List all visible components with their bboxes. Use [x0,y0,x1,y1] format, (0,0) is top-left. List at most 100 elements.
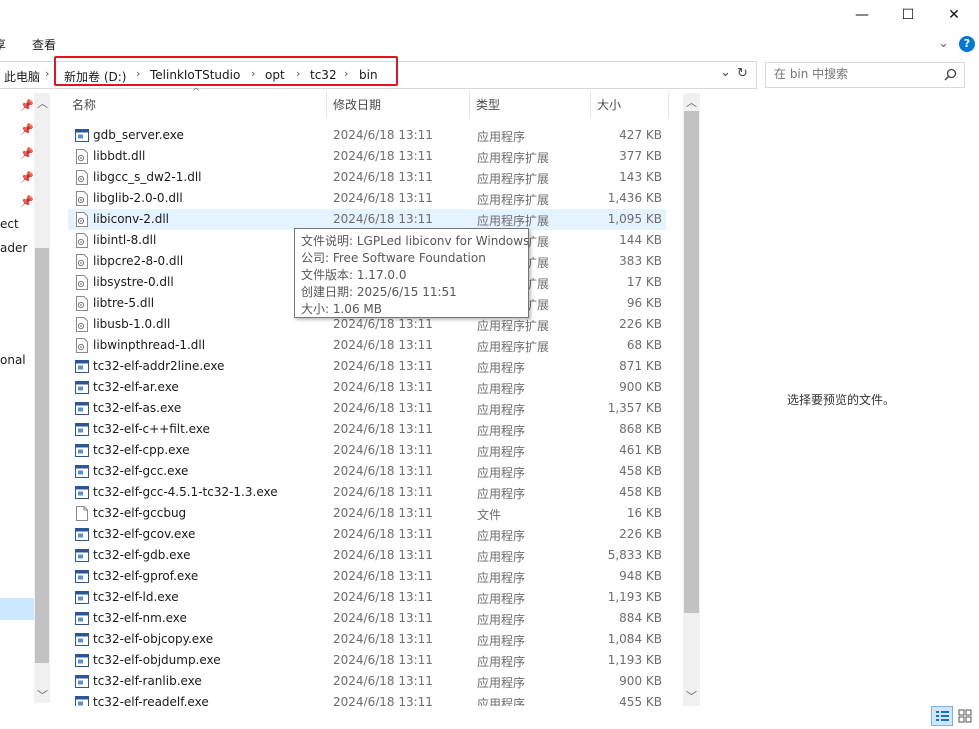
file-name[interactable]: tc32-elf-gcc.exe [93,464,188,478]
column-divider[interactable] [590,92,591,118]
file-row[interactable]: tc32-elf-gcc.exe 2024/6/18 13:11 应用程序 458 K… [68,461,666,482]
column-header-name[interactable]: 名称 [72,96,96,113]
file-row[interactable]: tc32-elf-objdump.exe 2024/6/18 13:11 应用程序 1… [68,650,666,671]
file-size: 68 KB [626,338,662,352]
file-date: 2024/6/18 13:11 [333,485,433,499]
file-type: 应用程序 [477,592,526,606]
file-name[interactable]: libiconv-2.dll [93,212,169,226]
file-date: 2024/6/18 13:11 [333,695,433,706]
file-date: 2024/6/18 13:11 [333,191,433,205]
file-date: 2024/6/18 13:11 [333,212,433,226]
file-name[interactable]: tc32-elf-as.exe [93,401,181,415]
file-name[interactable]: tc32-elf-ld.exe [93,590,179,604]
file-name[interactable]: tc32-elf-gdb.exe [93,548,190,562]
ribbon-tab-view[interactable]: 查看 [32,36,56,53]
file-date: 2024/6/18 13:11 [333,149,433,163]
file-name[interactable]: tc32-elf-ranlib.exe [93,674,202,688]
column-header-type[interactable]: 类型 [476,96,500,113]
file-type: 应用程序 [477,424,526,438]
file-row[interactable]: tc32-elf-gcc-4.5.1-tc32-1.3.exe 2024/6/18… [68,482,666,503]
file-row[interactable]: tc32-elf-gcov.exe 2024/6/18 13:11 应用程序 226 … [68,524,666,545]
file-row[interactable]: libiconv-2.dll 2024/6/18 13:11 应用程序扩展 1,095… [68,209,666,230]
search-input[interactable] [772,66,941,82]
file-name[interactable]: libgcc_s_dw2-1.dll [93,170,201,184]
file-name[interactable]: tc32-elf-ar.exe [93,380,179,394]
file-list-scrollbar-thumb[interactable] [684,111,699,613]
file-row[interactable]: tc32-elf-nm.exe 2024/6/18 13:11 应用程序 884 KB [68,608,666,629]
file-name[interactable]: libsystre-0.dll [93,275,174,289]
close-button[interactable]: ✕ [931,0,977,30]
large-icons-view-button[interactable] [955,707,975,725]
file-name[interactable]: libglib-2.0-0.dll [93,191,183,205]
file-name[interactable]: libwinpthread-1.dll [93,338,205,352]
breadcrumb-separator-icon[interactable]: › [45,67,49,80]
column-divider[interactable] [469,92,470,118]
file-row[interactable]: tc32-elf-as.exe 2024/6/18 13:11 应用程序 1,357 … [68,398,666,419]
file-row[interactable]: libglib-2.0-0.dll 2024/6/18 13:11 应用程序扩展 1,… [68,188,666,209]
search-box[interactable] [765,62,965,88]
file-row[interactable]: tc32-elf-ranlib.exe 2024/6/18 13:11 应用程序 90… [68,671,666,692]
column-divider[interactable] [668,92,669,118]
column-divider[interactable] [326,92,327,118]
file-type: 应用程序扩展 [477,340,550,354]
file-row[interactable]: tc32-elf-cpp.exe 2024/6/18 13:11 应用程序 461 K… [68,440,666,461]
scroll-up-icon[interactable]: ︿ [37,95,48,111]
scroll-up-icon[interactable]: ︿ [686,94,697,110]
file-row[interactable]: tc32-elf-gdb.exe 2024/6/18 13:11 应用程序 5,833… [68,545,666,566]
ribbon-expand-icon[interactable]: ⌄ [938,36,949,51]
file-row[interactable]: gdb_server.exe 2024/6/18 13:11 应用程序 427 KB [68,125,666,146]
file-size: 461 KB [619,443,662,457]
file-name[interactable]: tc32-elf-addr2line.exe [93,359,224,373]
file-name[interactable]: tc32-elf-c++filt.exe [93,422,210,436]
file-name[interactable]: tc32-elf-objdump.exe [93,653,221,667]
breadcrumb-this-pc[interactable]: 此电脑 [4,68,40,85]
file-row[interactable]: tc32-elf-c++filt.exe 2024/6/18 13:11 应用程序 8… [68,419,666,440]
file-date: 2024/6/18 13:11 [333,359,433,373]
application-file-icon [75,359,89,374]
minimize-button[interactable]: — [839,0,885,30]
file-row[interactable]: tc32-elf-gccbug 2024/6/18 13:11 文件 16 KB [68,503,666,524]
ribbon-tab-share[interactable]: 享 [0,36,6,53]
file-name[interactable]: tc32-elf-readelf.exe [93,695,209,706]
file-row[interactable]: tc32-elf-readelf.exe 2024/6/18 13:11 应用程序 4… [68,692,666,706]
application-file-icon [75,611,89,626]
file-size: 144 KB [619,233,662,247]
file-name[interactable]: libpcre2-8-0.dll [93,254,183,268]
file-type: 应用程序 [477,676,526,690]
column-header-size[interactable]: 大小 [597,96,621,113]
file-name[interactable]: libtre-5.dll [93,296,154,310]
details-view-button[interactable] [931,706,953,726]
file-name[interactable]: tc32-elf-gprof.exe [93,569,198,583]
file-row[interactable]: tc32-elf-addr2line.exe 2024/6/18 13:11 应用程… [68,356,666,377]
help-icon[interactable]: ? [959,36,975,52]
file-name[interactable]: gdb_server.exe [93,128,184,142]
column-header-date[interactable]: 修改日期 [333,96,381,113]
file-name[interactable]: tc32-elf-gcc-4.5.1-tc32-1.3.exe [93,485,278,499]
tooltip-description: 文件说明: LGPLed libiconv for Windows [301,234,530,248]
file-row[interactable]: libgcc_s_dw2-1.dll 2024/6/18 13:11 应用程序扩展 1… [68,167,666,188]
application-file-icon [75,590,89,605]
file-date: 2024/6/18 13:11 [333,506,433,520]
file-row[interactable]: tc32-elf-ar.exe 2024/6/18 13:11 应用程序 900 KB [68,377,666,398]
search-icon[interactable] [944,68,957,81]
file-size: 226 KB [619,527,662,541]
file-name[interactable]: tc32-elf-gccbug [93,506,186,520]
refresh-icon[interactable]: ↻ [737,66,748,81]
file-row[interactable]: libbdt.dll 2024/6/18 13:11 应用程序扩展 377 KB [68,146,666,167]
file-name[interactable]: tc32-elf-cpp.exe [93,443,189,457]
file-row[interactable]: tc32-elf-ld.exe 2024/6/18 13:11 应用程序 1,193 … [68,587,666,608]
file-row[interactable]: tc32-elf-objcopy.exe 2024/6/18 13:11 应用程序 1… [68,629,666,650]
maximize-button[interactable]: ☐ [885,0,931,30]
file-list-scrollbar[interactable]: ︿ ﹀ [683,93,700,706]
file-row[interactable]: tc32-elf-gprof.exe 2024/6/18 13:11 应用程序 948… [68,566,666,587]
file-date: 2024/6/18 13:11 [333,611,433,625]
file-name[interactable]: libbdt.dll [93,149,145,163]
file-row[interactable]: libwinpthread-1.dll 2024/6/18 13:11 应用程序扩展… [68,335,666,356]
file-name[interactable]: libusb-1.0.dll [93,317,170,331]
file-name[interactable]: libintl-8.dll [93,233,156,247]
address-dropdown-icon[interactable]: ⌄ [720,65,731,80]
file-name[interactable]: tc32-elf-objcopy.exe [93,632,213,646]
file-name[interactable]: tc32-elf-nm.exe [93,611,187,625]
scroll-down-icon[interactable]: ﹀ [686,688,697,704]
file-name[interactable]: tc32-elf-gcov.exe [93,527,195,541]
